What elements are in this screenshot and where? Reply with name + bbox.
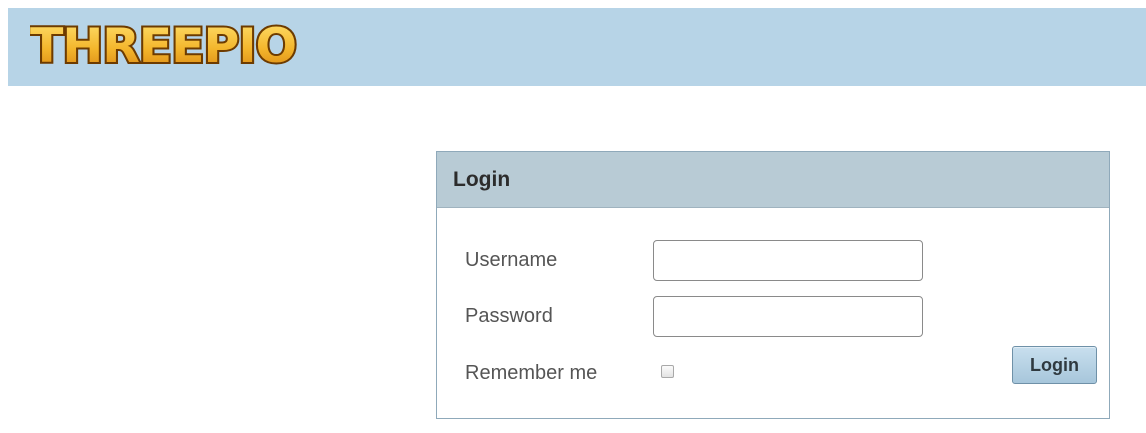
remember-me-checkbox[interactable] — [661, 365, 674, 378]
svg-text:THREEPIO: THREEPIO — [30, 19, 296, 73]
login-panel: Login Username Password Remember me Logi… — [436, 151, 1110, 419]
password-input[interactable] — [653, 296, 923, 337]
login-button[interactable]: Login — [1012, 346, 1097, 384]
password-label: Password — [465, 305, 553, 327]
login-panel-title: Login — [437, 152, 1109, 208]
header-bar: THREEPIO — [8, 8, 1146, 86]
username-input[interactable] — [653, 240, 923, 281]
threepio-logo: THREEPIO — [30, 19, 299, 73]
username-label: Username — [465, 249, 558, 271]
page: THREEPIO Login Username Password Remembe… — [0, 0, 1146, 433]
remember-me-label: Remember me — [465, 362, 598, 384]
